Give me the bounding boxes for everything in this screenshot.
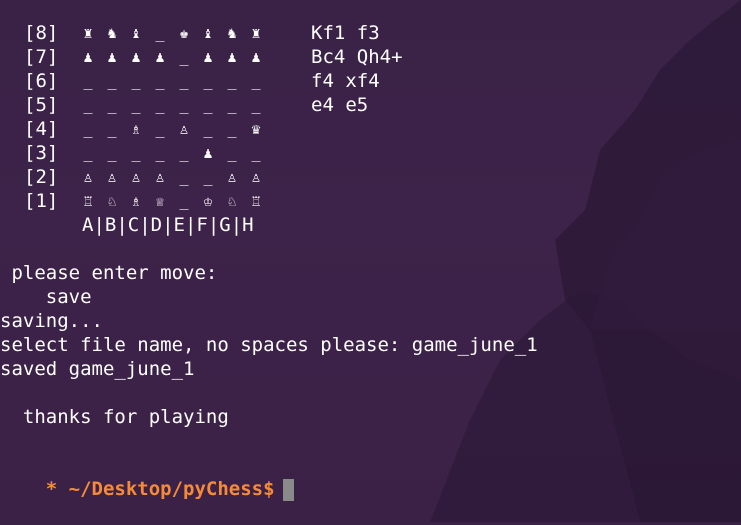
output-line: save bbox=[0, 286, 92, 308]
empty-square: _ bbox=[155, 120, 165, 138]
chess-piece: ♗ bbox=[131, 120, 141, 138]
chess-piece: ♘ bbox=[107, 192, 117, 210]
empty-square: _ bbox=[107, 120, 117, 138]
empty-square: _ bbox=[107, 96, 117, 114]
chess-piece: ♟ bbox=[251, 48, 261, 66]
output-line: saved game_june_1 bbox=[0, 358, 195, 380]
chess-piece: ♟ bbox=[83, 48, 93, 66]
move-history-line: f4 xf4 bbox=[311, 70, 380, 92]
output-line: please enter move: bbox=[0, 262, 218, 284]
chess-piece: ♖ bbox=[251, 192, 261, 210]
rank-label: [6] bbox=[24, 70, 59, 92]
chess-piece: ♚ bbox=[179, 24, 189, 42]
chess-piece: ♝ bbox=[131, 24, 141, 42]
output-line: saving... bbox=[0, 310, 103, 332]
rank-label: [5] bbox=[24, 94, 59, 116]
empty-square: _ bbox=[83, 72, 93, 90]
chess-piece: ♙ bbox=[179, 120, 189, 138]
chess-piece: ♗ bbox=[131, 192, 141, 210]
file-labels: A|B|C|D|E|F|G|H bbox=[82, 214, 254, 236]
empty-square: _ bbox=[107, 72, 117, 90]
rank-label: [1] bbox=[24, 190, 59, 212]
chess-piece: ♜ bbox=[251, 24, 261, 42]
chess-piece: ♟ bbox=[131, 48, 141, 66]
empty-square: _ bbox=[179, 96, 189, 114]
chess-piece: ♙ bbox=[251, 168, 261, 186]
chess-piece: ♟ bbox=[203, 48, 213, 66]
chess-piece: ♕ bbox=[155, 192, 165, 210]
empty-square: _ bbox=[251, 144, 261, 162]
empty-square: _ bbox=[203, 168, 213, 186]
chess-piece: ♝ bbox=[203, 24, 213, 42]
shell-prompt: * ~/Desktop/pyChess$ bbox=[45, 478, 275, 500]
empty-square: _ bbox=[155, 24, 165, 42]
empty-square: _ bbox=[227, 120, 237, 138]
empty-square: _ bbox=[227, 96, 237, 114]
empty-square: _ bbox=[107, 144, 117, 162]
chess-piece: ♜ bbox=[83, 24, 93, 42]
empty-square: _ bbox=[131, 144, 141, 162]
chess-piece: ♘ bbox=[227, 192, 237, 210]
output-line: thanks for playing bbox=[0, 406, 229, 428]
empty-square: _ bbox=[179, 72, 189, 90]
rank-label: [4] bbox=[24, 118, 59, 140]
empty-square: _ bbox=[179, 48, 189, 66]
rank-label: [8] bbox=[24, 22, 59, 44]
empty-square: _ bbox=[251, 72, 261, 90]
rank-label: [2] bbox=[24, 166, 59, 188]
move-history-line: Bc4 Qh4+ bbox=[311, 46, 403, 68]
empty-square: _ bbox=[179, 144, 189, 162]
empty-square: _ bbox=[179, 192, 189, 210]
empty-square: _ bbox=[155, 144, 165, 162]
chess-piece: ♔ bbox=[203, 192, 213, 210]
chess-piece: ♙ bbox=[107, 168, 117, 186]
empty-square: _ bbox=[251, 96, 261, 114]
chess-piece: ♖ bbox=[83, 192, 93, 210]
chess-piece: ♙ bbox=[155, 168, 165, 186]
move-history-line: Kf1 f3 bbox=[311, 22, 380, 44]
chess-piece: ♙ bbox=[83, 168, 93, 186]
empty-square: _ bbox=[227, 72, 237, 90]
empty-square: _ bbox=[155, 96, 165, 114]
terminal-window: [8] ♜ ♞ ♝ _ ♚ ♝ ♞ ♜ [7] ♟ ♟ ♟ ♟ _ ♟ ♟ ♟ [6] _ _ _ _ _ _ _ _ [5] _ _ _ _… bbox=[0, 0, 741, 522]
chess-piece: ♙ bbox=[227, 168, 237, 186]
chess-piece: ♞ bbox=[107, 24, 117, 42]
chess-piece: ♟ bbox=[107, 48, 117, 66]
empty-square: _ bbox=[83, 144, 93, 162]
empty-square: _ bbox=[203, 96, 213, 114]
empty-square: _ bbox=[83, 120, 93, 138]
command-prompt-line[interactable]: * ~/Desktop/pyChess$ bbox=[0, 453, 294, 501]
output-line: select file name, no spaces please: game… bbox=[0, 334, 538, 356]
empty-square: _ bbox=[131, 72, 141, 90]
empty-square: _ bbox=[203, 72, 213, 90]
chess-piece: ♟ bbox=[203, 144, 213, 162]
empty-square: _ bbox=[179, 168, 189, 186]
chess-piece: ♛ bbox=[251, 120, 261, 138]
empty-square: _ bbox=[131, 96, 141, 114]
chess-piece: ♟ bbox=[227, 48, 237, 66]
text-cursor[interactable] bbox=[282, 478, 294, 501]
move-history-line: e4 e5 bbox=[311, 94, 369, 116]
chess-piece: ♟ bbox=[155, 48, 165, 66]
rank-label: [3] bbox=[24, 142, 59, 164]
rank-label: [7] bbox=[24, 46, 59, 68]
empty-square: _ bbox=[83, 96, 93, 114]
empty-square: _ bbox=[155, 72, 165, 90]
empty-square: _ bbox=[203, 120, 213, 138]
chess-piece: ♙ bbox=[131, 168, 141, 186]
empty-square: _ bbox=[227, 144, 237, 162]
chess-piece: ♞ bbox=[227, 24, 237, 42]
